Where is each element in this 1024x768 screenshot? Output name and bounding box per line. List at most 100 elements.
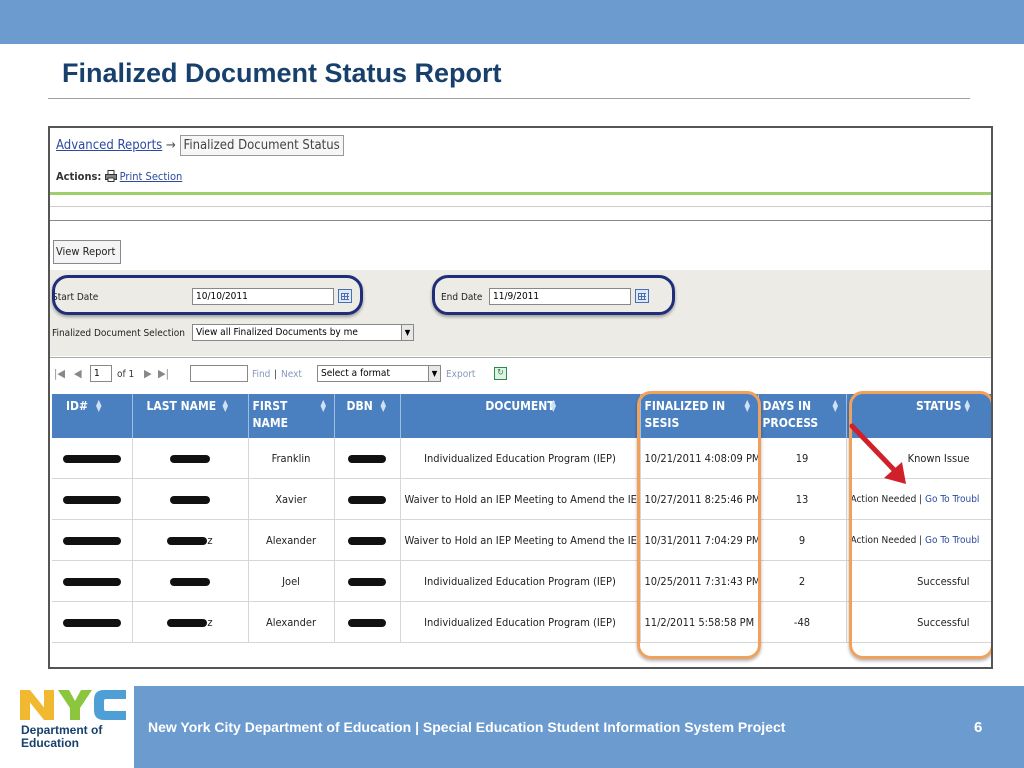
column-header-first-name[interactable]: FIRST NAME ▲ ▼ [248,394,335,438]
dbn-cell [334,438,401,479]
page-count-label: of 1 [117,369,135,380]
export-link[interactable]: Export [446,369,475,380]
next-link[interactable]: Next [281,369,302,380]
sort-icon[interactable]: ▲ ▼ [96,399,102,413]
end-date-highlight [432,275,675,315]
breadcrumb-arrow-icon: → [166,138,176,153]
last-name-cell: z [132,519,249,561]
column-header-id[interactable]: ID# ▲ ▼ [52,394,133,438]
department-name: Department of Education [21,723,103,750]
dbn-cell [334,519,401,561]
breadcrumb: Advanced Reports → Finalized Document St… [56,135,344,156]
divider-line [50,206,991,207]
document-selection-label: Finalized Document Selection [52,328,185,339]
dbn-cell [334,560,401,602]
redacted-value [348,495,386,504]
redacted-value [167,536,208,545]
last-name-cell: z [132,601,249,643]
actions-bar: Actions: Print Section [56,170,182,183]
document-cell: Individualized Education Program (IEP) [400,601,641,643]
breadcrumb-advanced-reports-link[interactable]: Advanced Reports [56,138,162,153]
divider-line [50,220,991,221]
find-input[interactable] [190,365,248,382]
id-cell [52,478,133,520]
page-number: 6 [974,719,983,736]
redacted-value [170,577,210,586]
previous-page-icon[interactable]: ◀ [74,367,82,380]
redacted-value [348,618,386,627]
redacted-value [62,618,121,627]
document-cell: Individualized Education Program (IEP) [400,560,641,602]
last-name-cell [132,438,249,479]
sort-icon[interactable]: ▲ ▼ [321,399,327,413]
document-cell: Waiver to Hold an IEP Meeting to Amend t… [400,519,641,561]
days-cell: 2 [758,560,847,602]
last-page-icon[interactable]: ▶| [158,367,169,380]
print-section-link[interactable]: Print Section [120,170,183,183]
id-cell [52,438,133,479]
first-name-cell: Franklin [248,438,335,479]
days-cell: 19 [758,438,847,479]
redacted-value [62,495,121,504]
days-cell: -48 [758,601,847,643]
id-cell [52,601,133,643]
sort-icon[interactable]: ▲ ▼ [833,399,839,413]
days-cell: 13 [758,478,847,520]
first-name-cell: Joel [248,560,335,602]
sort-icon[interactable]: ▲ ▼ [551,399,557,413]
slide-title: Finalized Document Status Report [62,58,502,88]
nyc-logo-icon [20,690,126,720]
id-cell [52,560,133,602]
first-name-cell: Alexander [248,601,335,643]
days-cell: 9 [758,519,847,561]
start-date-highlight [52,275,363,315]
document-selection-value: View all Finalized Documents by me [196,327,358,338]
red-arrow-icon [849,423,906,484]
page-number-input[interactable]: 1 [90,365,112,382]
actions-label: Actions: [56,170,102,183]
column-header-dbn[interactable]: DBN ▲ ▼ [334,394,401,438]
dropdown-arrow-icon: ▼ [401,325,413,340]
first-name-cell: Xavier [248,478,335,520]
column-header-days-in-process[interactable]: DAYS IN PROCESS ▲ ▼ [758,394,847,438]
column-header-document[interactable]: DOCUMENT ▲ ▼ [400,394,641,438]
document-selection-dropdown[interactable]: View all Finalized Documents by me ▼ [192,324,414,341]
first-page-icon[interactable]: |◀ [54,367,65,380]
finalized-column-highlight [637,391,761,659]
redacted-value [167,618,208,627]
next-page-icon[interactable]: ▶ [144,367,152,380]
first-name-cell: Alexander [248,519,335,561]
sort-icon[interactable]: ▲ ▼ [381,399,387,413]
redacted-value [62,577,121,586]
redacted-value [62,454,121,463]
dbn-cell [334,478,401,520]
redacted-value [170,495,210,504]
redacted-value [348,454,386,463]
last-name-cell [132,560,249,602]
find-link[interactable]: Find [252,369,270,380]
document-cell: Waiver to Hold an IEP Meeting to Amend t… [400,478,641,520]
export-format-dropdown[interactable]: Select a format ▼ [317,365,441,382]
redacted-value [62,536,121,545]
dropdown-arrow-icon: ▼ [428,366,440,381]
dbn-cell [334,601,401,643]
refresh-icon[interactable]: ↻ [494,367,507,380]
redacted-value [348,536,386,545]
export-format-value: Select a format [321,368,390,379]
printer-icon[interactable] [104,170,117,182]
sort-icon[interactable]: ▲ ▼ [223,399,229,413]
report-screenshot: Advanced Reports → Finalized Document St… [48,126,993,669]
column-header-last-name[interactable]: LAST NAME ▲ ▼ [132,394,249,438]
find-next-separator: | [274,369,278,380]
redacted-value [170,454,210,463]
slide-footer: Department of Education New York City De… [0,686,1024,768]
slide-header-band [0,0,1024,44]
report-toolbar: |◀ ◀ 1 of 1 ▶ ▶| Find | Next Select a fo… [50,357,991,394]
id-cell [52,519,133,561]
title-divider [48,98,970,99]
breadcrumb-current: Finalized Document Status [179,135,344,156]
view-report-button[interactable]: View Report [53,240,121,264]
redacted-value [348,577,386,586]
section-divider [50,192,991,195]
last-name-cell [132,478,249,520]
